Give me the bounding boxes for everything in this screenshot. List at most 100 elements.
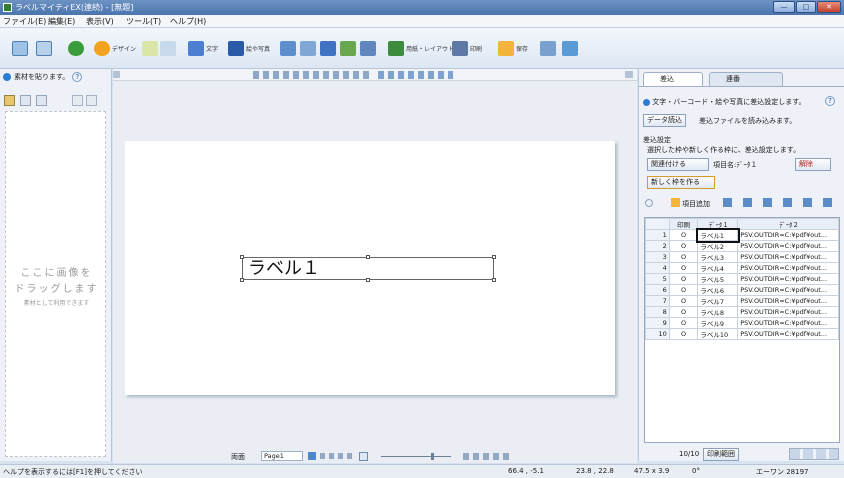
data1-cell[interactable]: ラベル5: [697, 273, 739, 285]
edit-tools-icon[interactable]: [253, 71, 373, 79]
add-page-icon[interactable]: [308, 452, 316, 460]
maximize-button[interactable]: □: [796, 1, 816, 13]
new-frame-button[interactable]: 新しく枠を作る: [647, 176, 715, 189]
refresh-icon[interactable]: [645, 199, 653, 207]
data2-cell[interactable]: PSV.OUTDIR=C:¥pdf¥out...: [737, 262, 839, 274]
grid-tools-icons[interactable]: [723, 198, 833, 207]
resize-handle[interactable]: [240, 278, 244, 282]
shape-button[interactable]: [160, 39, 176, 57]
save-button[interactable]: 保存: [498, 39, 528, 57]
print-mark[interactable]: O: [668, 317, 699, 329]
load-data-button[interactable]: データ読込: [643, 114, 686, 127]
row-number[interactable]: 3: [645, 251, 670, 263]
menu-help[interactable]: ヘルプ(H): [170, 16, 206, 27]
table-row[interactable]: 4 O ラベル4 PSV.OUTDIR=C:¥pdf¥out...: [645, 262, 839, 274]
image-button[interactable]: 絵や写真: [228, 39, 270, 57]
data2-cell[interactable]: PSV.OUTDIR=C:¥pdf¥out...: [737, 240, 839, 252]
table-row[interactable]: 5 O ラベル5 PSV.OUTDIR=C:¥pdf¥out...: [645, 273, 839, 285]
print-mark[interactable]: O: [668, 306, 699, 318]
number-button[interactable]: [320, 39, 336, 57]
barcode-button[interactable]: [300, 39, 316, 57]
text-button[interactable]: 文字: [188, 39, 218, 57]
print-mark[interactable]: O: [668, 273, 699, 285]
data2-cell[interactable]: PSV.OUTDIR=C:¥pdf¥out...: [737, 317, 839, 329]
print-mark[interactable]: O: [668, 229, 699, 241]
zoom-slider-thumb[interactable]: [431, 453, 434, 460]
view-mode-icons[interactable]: [463, 453, 513, 460]
data2-cell[interactable]: PSV.OUTDIR=C:¥pdf¥out...: [737, 328, 839, 340]
close-button[interactable]: ✕: [817, 1, 841, 13]
zoom-fit-icon[interactable]: [359, 452, 368, 461]
calendar-button[interactable]: [360, 39, 376, 57]
row-number[interactable]: 1: [645, 229, 670, 241]
help-button[interactable]: ?: [825, 96, 835, 106]
new-button[interactable]: [12, 39, 28, 57]
table-row[interactable]: 8 O ラベル8 PSV.OUTDIR=C:¥pdf¥out...: [645, 306, 839, 318]
link-button[interactable]: 関連付ける: [647, 158, 709, 171]
trash-icon[interactable]: [20, 95, 31, 106]
help-button[interactable]: ?: [72, 72, 83, 82]
data2-cell[interactable]: PSV.OUTDIR=C:¥pdf¥out...: [737, 229, 839, 241]
minimize-button[interactable]: —: [773, 1, 795, 13]
print-mark[interactable]: O: [668, 251, 699, 263]
table-row[interactable]: 1 O ラベル1 PSV.OUTDIR=C:¥pdf¥out...: [645, 227, 839, 243]
data2-cell[interactable]: PSV.OUTDIR=C:¥pdf¥out...: [737, 284, 839, 296]
print-range-button[interactable]: 印刷範囲: [703, 448, 739, 461]
column-data1[interactable]: ﾃﾞｰﾀ１: [697, 218, 739, 230]
table-row[interactable]: 6 O ラベル6 PSV.OUTDIR=C:¥pdf¥out...: [645, 284, 839, 296]
row-number[interactable]: 2: [645, 240, 670, 252]
print-mark[interactable]: O: [668, 240, 699, 252]
row-number[interactable]: 7: [645, 295, 670, 307]
row-number[interactable]: 10: [645, 328, 670, 340]
image-drop-zone[interactable]: ここに画像を ドラッグします 素材として利用できます: [5, 111, 106, 457]
row-number[interactable]: 6: [645, 284, 670, 296]
draw-button[interactable]: [142, 39, 158, 57]
panel-toggle-icon[interactable]: [113, 71, 120, 78]
data2-cell[interactable]: PSV.OUTDIR=C:¥pdf¥out...: [737, 306, 839, 318]
table-row[interactable]: 2 O ラベル2 PSV.OUTDIR=C:¥pdf¥out...: [645, 240, 839, 252]
data1-cell[interactable]: ラベル9: [697, 317, 739, 329]
page-nav-icons[interactable]: [320, 453, 355, 459]
data1-cell[interactable]: ラベル2: [697, 240, 739, 252]
data1-cell[interactable]: ラベル10: [697, 328, 739, 340]
resize-handle[interactable]: [240, 255, 244, 259]
data-grid[interactable]: 印刷 ﾃﾞｰﾀ１ ﾃﾞｰﾀ２ 1 O ラベル1 PSV.OUTDIR=C:¥pdf¥o…: [644, 217, 840, 443]
add-field-label[interactable]: 項目追加: [682, 199, 710, 209]
panel-toggle-right-icon[interactable]: [625, 71, 633, 78]
material-button[interactable]: [340, 39, 356, 57]
column-data2[interactable]: ﾃﾞｰﾀ２: [737, 218, 839, 230]
label-sheet[interactable]: ラベル１: [125, 141, 615, 395]
page-selector[interactable]: Page1: [261, 451, 303, 461]
resize-handle[interactable]: [366, 278, 370, 282]
row-number[interactable]: 9: [645, 317, 670, 329]
tab-serial[interactable]: 連番: [709, 72, 783, 86]
tab-merge[interactable]: 差込: [643, 72, 703, 86]
print-mark[interactable]: O: [668, 262, 699, 274]
forward-icon[interactable]: [86, 95, 97, 106]
resize-handle[interactable]: [366, 255, 370, 259]
settings-button[interactable]: [540, 39, 556, 57]
list-icon[interactable]: [36, 95, 47, 106]
row-number[interactable]: 4: [645, 262, 670, 274]
data2-cell[interactable]: PSV.OUTDIR=C:¥pdf¥out...: [737, 295, 839, 307]
page-mode[interactable]: 両面: [231, 452, 245, 462]
photo-button[interactable]: [280, 39, 296, 57]
data1-cell[interactable]: ラベル6: [697, 284, 739, 296]
menu-file[interactable]: ファイル(E): [3, 16, 46, 27]
table-row[interactable]: 10 O ラベル10 PSV.OUTDIR=C:¥pdf¥out...: [645, 328, 839, 340]
print-button[interactable]: 印刷: [452, 39, 482, 57]
data1-cell[interactable]: ラベル8: [697, 306, 739, 318]
back-icon[interactable]: [72, 95, 83, 106]
menu-view[interactable]: 表示(V): [86, 16, 114, 27]
table-row[interactable]: 7 O ラベル7 PSV.OUTDIR=C:¥pdf¥out...: [645, 295, 839, 307]
layout-button[interactable]: 用紙・レイアウト: [388, 39, 454, 57]
resize-handle[interactable]: [492, 278, 496, 282]
data1-cell[interactable]: ラベル1: [695, 227, 740, 243]
data1-cell[interactable]: ラベル7: [697, 295, 739, 307]
zoom-slider[interactable]: [381, 456, 451, 457]
column-print[interactable]: 印刷: [668, 218, 699, 230]
row-number[interactable]: 8: [645, 306, 670, 318]
open-button[interactable]: [36, 39, 52, 57]
design-button[interactable]: デザイン: [94, 39, 136, 57]
row-number[interactable]: 5: [645, 273, 670, 285]
